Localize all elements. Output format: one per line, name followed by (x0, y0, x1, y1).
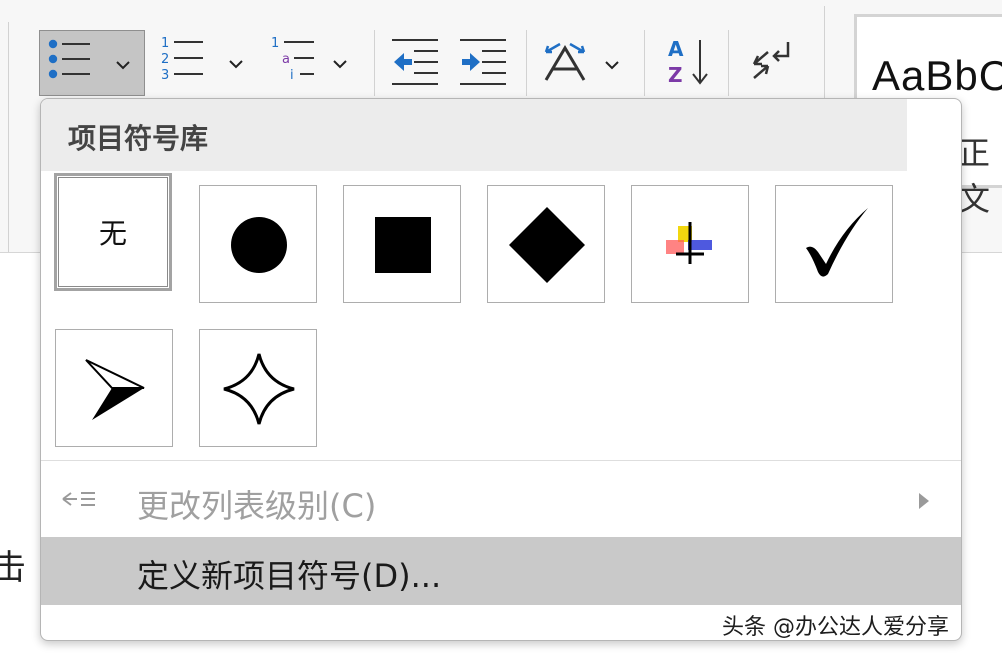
ribbon-separator (728, 30, 729, 96)
bullet-option-filled-square[interactable] (343, 185, 461, 303)
filled-circle-icon (231, 217, 287, 273)
sort-az-icon: A Z (668, 37, 708, 87)
ribbon-separator (8, 22, 9, 252)
svg-text:3: 3 (161, 68, 169, 83)
multilevel-list-button[interactable]: 1 a i (266, 30, 356, 92)
change-list-level-label: 更改列表级别(C) (137, 487, 377, 525)
bullet-option-filled-diamond[interactable] (487, 185, 605, 303)
colored-cross-symbol-icon (666, 222, 712, 264)
formatting-marks-icon (752, 42, 790, 79)
bullet-option-four-point-star[interactable] (199, 329, 317, 447)
checkmark-icon (806, 208, 868, 277)
increase-indent-icon (460, 39, 506, 85)
sort-button[interactable]: A Z (664, 34, 712, 96)
bullet-option-filled-circle[interactable] (199, 185, 317, 303)
bullet-library-title: 项目符号库 (68, 122, 209, 155)
chevron-down-icon (333, 60, 347, 69)
define-new-bullet-item[interactable]: 定义新项目符号(D)... (41, 537, 961, 605)
bullet-none-label: 无 (98, 217, 127, 250)
define-new-bullet-label: 定义新项目符号(D)... (137, 557, 442, 595)
style-name-label: 正文 (958, 134, 991, 218)
list-level-icon (62, 492, 95, 506)
arrowhead-icon (85, 359, 145, 420)
style-preview-text: AaBbC (872, 52, 1002, 99)
four-point-star-icon (223, 353, 295, 425)
svg-text:A: A (668, 37, 684, 61)
bullet-library-dropdown: 项目符号库 无 更改列表级别(C) 定义新项目符号(D)... (40, 98, 962, 641)
ribbon-separator (526, 30, 527, 96)
ribbon-separator (644, 30, 645, 96)
svg-text:1: 1 (271, 36, 279, 51)
filled-diamond-icon (509, 207, 585, 283)
change-list-level-item[interactable]: 更改列表级别(C) (41, 467, 961, 535)
svg-text:1: 1 (161, 36, 169, 51)
bullet-library-header: 项目符号库 (41, 99, 907, 171)
increase-indent-button[interactable] (458, 34, 510, 96)
bullet-option-none[interactable]: 无 (54, 173, 172, 291)
watermark-text: 头条 @办公达人爱分享 (722, 615, 949, 640)
svg-text:i: i (290, 68, 294, 83)
submenu-arrow-icon (919, 493, 929, 509)
chevron-down-icon (229, 60, 243, 69)
numbered-list-icon: 1 2 3 (161, 36, 243, 83)
bullets-button[interactable] (39, 30, 145, 96)
svg-text:2: 2 (161, 52, 169, 67)
bullet-option-arrowhead[interactable] (55, 329, 173, 447)
bullet-option-checkmark[interactable] (775, 185, 893, 303)
svg-text:a: a (282, 52, 290, 67)
chevron-down-icon (116, 61, 130, 70)
bullet-list-icon (48, 39, 130, 79)
multilevel-list-icon: 1 a i (271, 36, 347, 83)
bullet-option-colored-cross-symbol[interactable] (631, 185, 749, 303)
decrease-indent-icon (392, 39, 438, 85)
svg-text:Z: Z (668, 63, 683, 87)
menu-divider (41, 460, 961, 461)
document-text-fragment: 击 (0, 548, 26, 588)
decrease-indent-button[interactable] (390, 34, 442, 96)
show-formatting-marks-button[interactable] (744, 34, 796, 96)
chevron-down-icon (605, 61, 619, 70)
ribbon-separator (374, 30, 375, 96)
text-direction-icon (544, 42, 619, 81)
filled-square-icon (375, 217, 431, 273)
numbering-button[interactable]: 1 2 3 (158, 30, 248, 92)
text-direction-button[interactable] (540, 32, 624, 94)
